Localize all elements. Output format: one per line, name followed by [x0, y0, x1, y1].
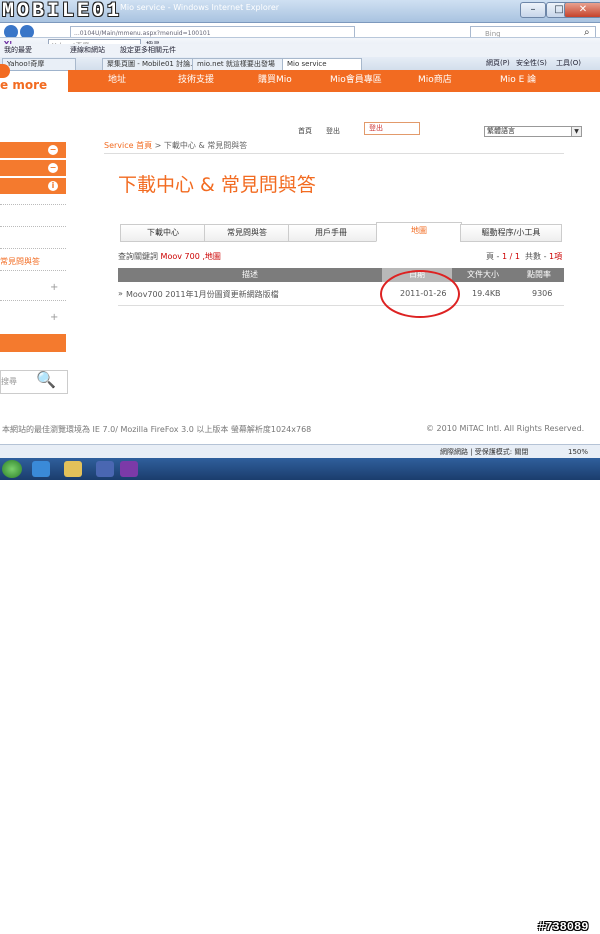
home-link[interactable]: 首頁	[298, 126, 312, 136]
cell-size: 19.4KB	[472, 289, 501, 298]
taskbar: #738089	[0, 458, 600, 934]
sidebar-item-faq[interactable]: 常見問與答	[0, 256, 40, 267]
page-label: 頁 -	[486, 252, 502, 261]
ie-icon[interactable]	[32, 461, 50, 477]
sidebar-divider	[0, 248, 66, 249]
favorites-button[interactable]: 我的最愛	[4, 45, 32, 55]
nav-item[interactable]: 技術支援	[178, 72, 214, 85]
query-label: 查詢關鍵詞	[118, 252, 158, 261]
tab-download[interactable]: 下載中心	[120, 224, 206, 242]
footer-note: 本網站的最佳瀏覽環境為 IE 7.0/ Mozilla FireFox 3.0 …	[2, 425, 312, 434]
query-value: Moov 700 ,地圖	[160, 252, 221, 261]
language-value: 繁體語言	[487, 127, 515, 135]
row-bullet: »	[118, 289, 123, 298]
logo-text: e more	[0, 78, 48, 92]
logout-label: 登出	[369, 124, 383, 132]
chevron-down-icon[interactable]: ▼	[571, 127, 581, 136]
query-summary: 查詢關鍵詞 Moov 700 ,地圖	[118, 251, 221, 262]
annotation-circle	[380, 270, 460, 318]
info-icon[interactable]: i	[48, 181, 58, 191]
sidebar-divider	[0, 204, 66, 205]
tab-yahoo[interactable]: Yahoo!奇摩	[2, 58, 76, 70]
table-row[interactable]: » Moov700 2011年1月份圖資更新網路版檔 2011-01-26 19…	[118, 287, 564, 303]
tab-faq[interactable]: 常見問與答	[204, 224, 290, 242]
favorites-link[interactable]: 連線和網站	[70, 45, 105, 55]
mio-logo-mark	[0, 64, 10, 78]
footer-copyright: © 2010 MiTAC Intl. All Rights Reserved.	[426, 424, 585, 433]
count-value: 1項	[549, 252, 563, 261]
language-select[interactable]: 繁體語言 ▼	[484, 126, 582, 137]
sidebar-tab-2[interactable]: −	[0, 160, 66, 177]
image-id-watermark: #738089	[538, 920, 589, 934]
plus-icon[interactable]: +	[50, 282, 58, 293]
start-button[interactable]	[2, 460, 22, 478]
collapse-icon[interactable]: −	[48, 145, 58, 155]
nav-item[interactable]: 購買Mio	[258, 72, 292, 85]
count-label: 共數 -	[525, 252, 550, 261]
breadcrumb-home-link[interactable]: Service 首頁	[104, 141, 152, 150]
table-divider	[118, 305, 564, 306]
cell-desc[interactable]: Moov700 2011年1月份圖資更新網路版檔	[126, 289, 279, 300]
login-link[interactable]: 登出	[326, 126, 340, 136]
yahoo-messenger-icon[interactable]	[120, 461, 138, 477]
status-zone: 網際網路 | 受保護模式: 關閉	[440, 448, 529, 456]
close-button[interactable]: ✕	[564, 2, 600, 18]
tab-mio-net[interactable]: mio.net 就這樣要出發場	[192, 58, 290, 70]
breadcrumb-current: > 下載中心 & 常見問與答	[152, 141, 248, 150]
plus-icon[interactable]: +	[50, 312, 58, 323]
sidebar-divider	[0, 270, 66, 271]
page-value: 1 / 1	[501, 252, 520, 261]
table-header: 描述 日期 文件大小 點閱率	[118, 268, 564, 282]
column-header-views: 點閱率	[527, 270, 551, 279]
app-icon[interactable]	[96, 461, 114, 477]
tab-mio-service[interactable]: Mio service	[282, 58, 362, 70]
mobile01-watermark: MOBILE01	[2, 0, 123, 23]
page-title: 下載中心 & 常見問與答	[118, 174, 316, 196]
column-header-size: 文件大小	[467, 270, 499, 279]
status-bar: 網際網路 | 受保護模式: 關閉 150%	[0, 444, 600, 459]
window-title: Mio service - Windows Internet Explorer	[120, 3, 280, 12]
collapse-icon[interactable]: −	[48, 163, 58, 173]
site-main-nav: 地址 技術支援 購買Mio Mio會員專區 Mio商店 Mio E 論	[68, 70, 600, 92]
favorites-link-2[interactable]: 設定更多相關元件	[120, 45, 176, 55]
window-title-bar: MOBILE01 Mio service - Windows Internet …	[0, 0, 600, 23]
sidebar-divider	[0, 300, 66, 301]
magnifier-icon[interactable]: 🔍	[36, 370, 58, 392]
zoom-level[interactable]: 150%	[568, 445, 588, 459]
tools-menu[interactable]: 工具(O)	[556, 58, 581, 68]
logout-button[interactable]: 登出	[364, 122, 420, 135]
minimize-button[interactable]: –	[520, 2, 546, 18]
tab-map[interactable]: 地圖	[376, 222, 462, 242]
column-header-desc: 描述	[242, 270, 258, 279]
nav-item[interactable]: Mio E 論	[500, 72, 536, 85]
sidebar-divider	[0, 226, 66, 227]
safety-menu[interactable]: 安全性(S)	[516, 58, 547, 68]
nav-item[interactable]: Mio商店	[418, 72, 452, 85]
folder-icon[interactable]	[64, 461, 82, 477]
sidebar-tab-1[interactable]: −	[0, 142, 66, 159]
page-menu[interactable]: 網頁(P)	[486, 58, 510, 68]
cell-views: 9306	[532, 289, 553, 298]
sidebar-tab-bottom	[0, 334, 66, 353]
pagination-info: 頁 - 1 / 1 共數 - 1項	[486, 251, 562, 262]
browser-tab-bar: Yahoo!奇摩 聚集頁圖 - Mobile01 討論... mio.net 就…	[0, 57, 600, 71]
breadcrumb: Service 首頁 > 下載中心 & 常見問與答	[104, 140, 564, 154]
tab-mobile01[interactable]: 聚集頁圖 - Mobile01 討論...	[102, 58, 200, 70]
nav-item[interactable]: 地址	[108, 72, 126, 85]
sidebar-tab-3[interactable]: i	[0, 178, 66, 195]
tab-drivers[interactable]: 驅動程序/小工具	[460, 224, 562, 242]
tab-manual[interactable]: 用戶手冊	[288, 224, 374, 242]
nav-item[interactable]: Mio會員專區	[330, 72, 382, 85]
